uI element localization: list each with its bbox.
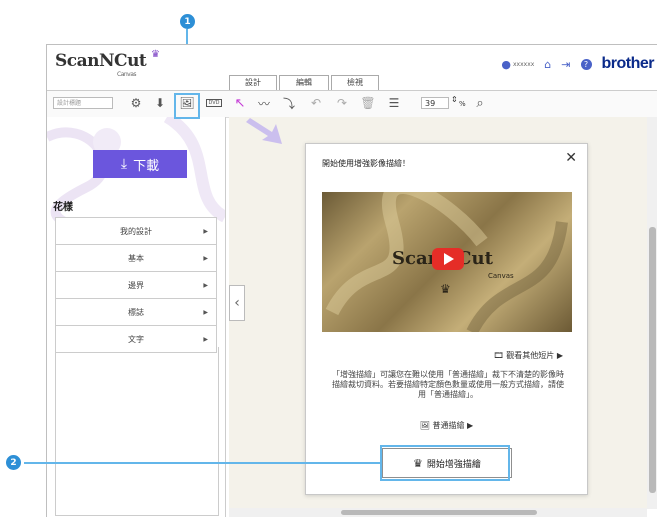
crown-icon: ♛ <box>440 282 451 296</box>
enhanced-trace-dialog: 開始使用增強影像描繪！ ✕ ScanNCut Canvas ♛ 🎞 觀看其他短片… <box>305 143 588 495</box>
app-window: ScanNCut Canvas ♛ 設計 編輯 檢視 ● xxxxxx ⌂ ⇥ … <box>46 44 657 517</box>
dialog-description: 「增強描繪」可讓您在難以使用「普通描繪」裁下不清楚的影像時描繪裁切資料。若要描繪… <box>332 370 564 399</box>
settings-icon[interactable]: ⚙ <box>127 94 145 112</box>
logout-icon[interactable]: ⇥ <box>561 58 570 71</box>
callout-badge-2: 2 <box>6 455 21 470</box>
menu-item-basic[interactable]: 基本 ▶ <box>55 245 217 272</box>
sidebar: ⤓ 下載 花樣 我的設計 ▶ 基本 ▶ 邊界 ▶ 標誌 ▶ 文字 ▶ <box>47 117 226 517</box>
redo-icon[interactable]: ↷ <box>333 94 351 112</box>
design-title-input[interactable]: 設計標題 <box>53 97 113 109</box>
callout-badge-1: 1 <box>180 14 195 29</box>
arrow-right-icon: ▶ <box>203 254 208 262</box>
arrow-right-icon: ▶ <box>203 308 208 316</box>
undo-icon[interactable]: ↶ <box>307 94 325 112</box>
username: xxxxxx <box>512 60 535 68</box>
normal-trace-link[interactable]: 🖼 普通描繪 ▶ <box>306 420 587 431</box>
delete-icon[interactable]: 🗑 <box>359 94 377 112</box>
help-icon[interactable]: ? <box>580 58 592 70</box>
zoom-search-icon[interactable]: ⌕ <box>471 94 489 112</box>
premium-crown-icon: ♛ <box>151 49 160 60</box>
menu-item-borders[interactable]: 邊界 ▶ <box>55 272 217 299</box>
app-logo: ScanNCut Canvas <box>55 51 147 78</box>
zoom-unit: % <box>459 100 466 108</box>
horizontal-scroll-thumb[interactable] <box>341 510 537 515</box>
callout-connector-2 <box>24 462 380 464</box>
download-button[interactable]: ⤓ 下載 <box>93 150 187 178</box>
film-icon: 🎞 <box>493 351 504 360</box>
section-title: 花樣 <box>53 202 73 213</box>
vertical-scroll-thumb[interactable] <box>649 227 656 493</box>
dvd-icon[interactable]: DVD <box>205 94 223 112</box>
video-logo-sub: Canvas <box>488 272 514 280</box>
tab-view[interactable]: 檢視 <box>331 75 379 90</box>
transfer-icon[interactable]: ⬇ <box>151 94 169 112</box>
zoom-input[interactable]: 39 <box>421 97 449 109</box>
point-edit-icon[interactable]: ⤵ <box>280 94 298 112</box>
tutorial-video[interactable]: ScanNCut Canvas ♛ <box>322 192 572 332</box>
pattern-menu: 我的設計 ▶ 基本 ▶ 邊界 ▶ 標誌 ▶ 文字 ▶ <box>55 217 217 353</box>
play-icon[interactable] <box>432 248 464 270</box>
arrow-right-icon: ▶ <box>203 281 208 289</box>
arrow-right-icon: ▶ <box>203 227 208 235</box>
zoom-stepper[interactable]: ⇕ <box>451 95 458 104</box>
brand-logo: brother <box>601 55 655 72</box>
header-actions: ● xxxxxx ⌂ ⇥ ? brother <box>501 55 654 73</box>
more-videos-link[interactable]: 🎞 觀看其他短片 ▶ <box>494 350 563 361</box>
pattern-list-area <box>55 347 219 516</box>
tab-edit[interactable]: 編輯 <box>279 75 329 90</box>
user-icon[interactable]: ● <box>501 58 511 71</box>
cutter-icon[interactable]: ⌂ <box>544 58 551 71</box>
menu-item-logos[interactable]: 標誌 ▶ <box>55 299 217 326</box>
arrow-right-icon: ▶ <box>203 335 208 343</box>
close-icon[interactable]: ✕ <box>565 150 577 166</box>
line-tool-icon[interactable]: 〰 <box>255 94 273 112</box>
trace-icon: 🖼 <box>419 421 430 430</box>
download-icon: ⤓ <box>120 156 128 172</box>
select-tool-icon[interactable]: ↖ <box>231 94 249 112</box>
highlight-trace-icon <box>174 93 200 119</box>
collapse-sidebar-button[interactable]: ‹ <box>229 285 245 321</box>
menu-item-my-designs[interactable]: 我的設計 ▶ <box>55 217 217 245</box>
pointer-arrow <box>246 118 282 144</box>
list-icon[interactable]: ☰ <box>385 94 403 112</box>
highlight-start-button <box>380 445 510 481</box>
dialog-title: 開始使用增強影像描繪！ <box>322 159 410 168</box>
tab-design[interactable]: 設計 <box>229 75 277 90</box>
